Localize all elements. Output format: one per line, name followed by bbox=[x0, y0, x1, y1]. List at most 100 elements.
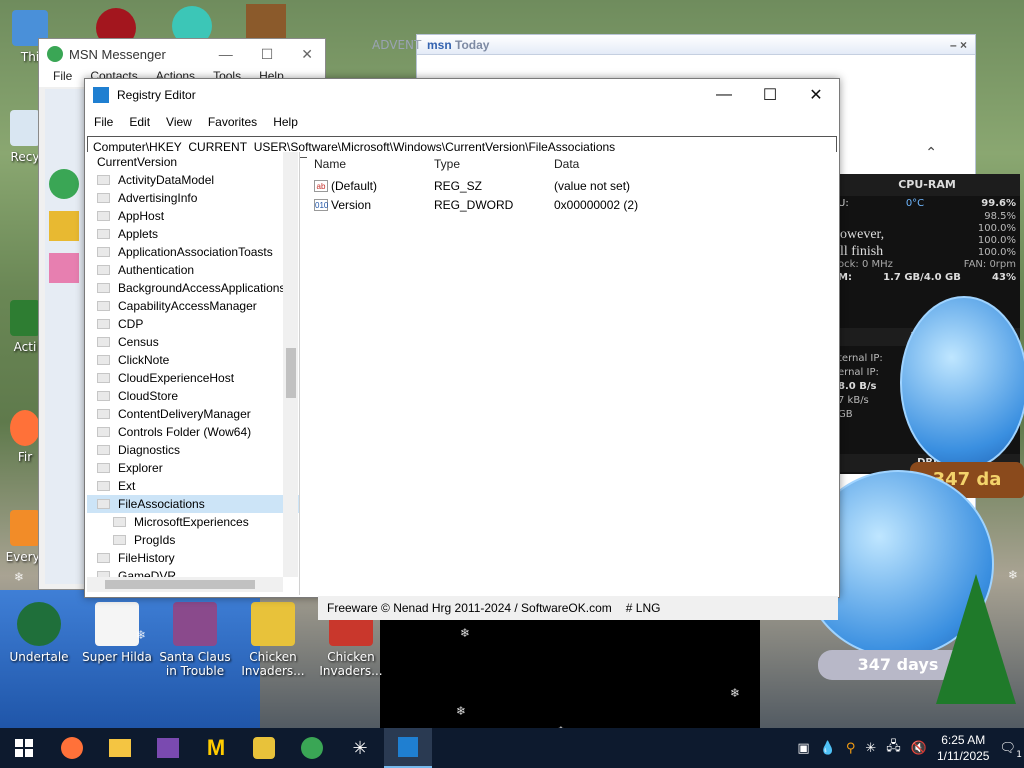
snowflake-icon: ❄ bbox=[456, 704, 467, 718]
msn-menu-file[interactable]: File bbox=[53, 69, 72, 87]
folder-icon bbox=[97, 193, 110, 203]
values-header: Name Type Data bbox=[307, 152, 837, 176]
tree-item[interactable]: CDP bbox=[87, 315, 299, 333]
taskbar-snowflake-app[interactable]: ✳ bbox=[336, 728, 384, 768]
menu-help[interactable]: Help bbox=[273, 115, 298, 129]
taskbar-chicken-invaders[interactable] bbox=[240, 728, 288, 768]
tree-item[interactable]: Census bbox=[87, 333, 299, 351]
tree-item[interactable]: Controls Folder (Wow64) bbox=[87, 423, 299, 441]
start-button[interactable] bbox=[0, 728, 48, 768]
tree-item-label: Census bbox=[118, 335, 159, 349]
maximize-button[interactable]: ☐ bbox=[747, 79, 793, 111]
gadget-overlay-text: owever, ll finish bbox=[840, 227, 885, 259]
notification-center-icon[interactable]: 🗨 1 bbox=[999, 741, 1022, 760]
tray-game-icon[interactable]: ▣ bbox=[797, 741, 809, 756]
contacts-tab-icon[interactable] bbox=[49, 169, 79, 199]
scroll-thumb[interactable] bbox=[286, 348, 296, 398]
pig-icon[interactable] bbox=[49, 253, 79, 283]
tray-snowflake-icon[interactable]: ✳ bbox=[865, 741, 876, 756]
tree-item[interactable]: FileHistory bbox=[87, 549, 299, 567]
minimize-icon[interactable]: — bbox=[219, 46, 233, 63]
tree-vertical-scrollbar[interactable] bbox=[283, 152, 298, 577]
column-data[interactable]: Data bbox=[554, 157, 754, 171]
desktop-icon-chicken-invaders-1[interactable]: Chicken Invaders... bbox=[236, 602, 310, 678]
tree-item[interactable]: FileAssociations bbox=[87, 495, 299, 513]
menu-favorites[interactable]: Favorites bbox=[208, 115, 257, 129]
undertale-icon bbox=[17, 602, 61, 646]
minimize-button[interactable]: — bbox=[701, 79, 747, 111]
tree-item-label: AdvertisingInfo bbox=[118, 191, 198, 205]
taskbar-mcdonalds[interactable]: M bbox=[192, 728, 240, 768]
value-row[interactable]: 010 Version REG_DWORD 0x00000002 (2) bbox=[307, 195, 837, 214]
language-link[interactable]: # LNG bbox=[626, 601, 661, 615]
tree-item-label: Applets bbox=[118, 227, 159, 241]
tree-item[interactable]: AppHost bbox=[87, 207, 299, 225]
tree-item-label: BackgroundAccessApplications bbox=[118, 281, 286, 295]
tree-item[interactable]: BackgroundAccessApplications bbox=[87, 279, 299, 297]
tree-item[interactable]: ClickNote bbox=[87, 351, 299, 369]
close-button[interactable]: ✕ bbox=[793, 79, 839, 111]
menu-edit[interactable]: Edit bbox=[129, 115, 150, 129]
snowflake-app-icon: ✳ bbox=[352, 737, 368, 759]
bell-icon[interactable] bbox=[49, 211, 79, 241]
msn-side-tabs bbox=[45, 89, 85, 584]
column-type[interactable]: Type bbox=[434, 157, 554, 171]
taskbar-msn[interactable] bbox=[288, 728, 336, 768]
tree-item[interactable]: CloudStore bbox=[87, 387, 299, 405]
column-name[interactable]: Name bbox=[307, 157, 434, 171]
tree-item[interactable]: ProgIds bbox=[87, 531, 299, 549]
folder-icon bbox=[97, 283, 110, 293]
close-icon[interactable]: ✕ bbox=[301, 46, 313, 63]
tray-water-icon[interactable]: 💧 bbox=[820, 741, 836, 756]
tree-item[interactable]: CurrentVersion bbox=[87, 153, 299, 171]
tree-item[interactable]: ApplicationAssociationToasts bbox=[87, 243, 299, 261]
registry-editor-window[interactable]: Registry Editor — ☐ ✕ File Edit View Fav… bbox=[84, 78, 840, 598]
tree-item[interactable]: CapabilityAccessManager bbox=[87, 297, 299, 315]
key-tree[interactable]: CurrentVersion ActivityDataModel Advertisi… bbox=[87, 152, 300, 595]
registry-editor-icon bbox=[93, 87, 109, 103]
tree-item[interactable]: MicrosoftExperiences bbox=[87, 513, 299, 531]
tree-item[interactable]: ActivityDataModel bbox=[87, 171, 299, 189]
scroll-thumb[interactable] bbox=[105, 580, 255, 589]
binary-value-icon: 010 bbox=[314, 198, 329, 211]
value-row[interactable]: ab (Default) REG_SZ (value not set) bbox=[307, 176, 837, 195]
chevron-up-icon[interactable]: ⌃ bbox=[925, 145, 937, 161]
tree-item[interactable]: Applets bbox=[87, 225, 299, 243]
snowflake-icon: ❄ bbox=[704, 568, 715, 582]
tree-item[interactable]: AdvertisingInfo bbox=[87, 189, 299, 207]
notification-count: 1 bbox=[1016, 749, 1022, 760]
tree-item[interactable]: CloudExperienceHost bbox=[87, 369, 299, 387]
desktop-icon-santa-claus[interactable]: Santa Claus in Trouble bbox=[158, 602, 232, 678]
msn-logo-icon bbox=[47, 46, 63, 62]
clock[interactable]: 6:25 AM 1/11/2025 bbox=[937, 732, 990, 764]
taskbar-firefox[interactable] bbox=[48, 728, 96, 768]
desktop-icon-undertale[interactable]: Undertale bbox=[2, 602, 76, 664]
tree-item[interactable]: Ext bbox=[87, 477, 299, 495]
tree-item[interactable]: Authentication bbox=[87, 261, 299, 279]
gadget-title: CPU-RAM bbox=[834, 174, 1020, 196]
registry-menu-bar: File Edit View Favorites Help bbox=[85, 111, 839, 133]
taskbar: M ✳ ▣ 💧 ⚲ ✳ 🖧 🔇 6:25 AM 1/11/2025 🗨 1 bbox=[0, 728, 1024, 768]
tray-search-icon[interactable]: ⚲ bbox=[846, 741, 856, 756]
taskbar-registry-editor[interactable] bbox=[384, 728, 432, 768]
msn-today-controls[interactable]: – × bbox=[950, 38, 975, 52]
maximize-icon[interactable]: ☐ bbox=[261, 46, 274, 63]
menu-file[interactable]: File bbox=[94, 115, 113, 129]
advent-label: ADVENT bbox=[372, 38, 422, 52]
taskbar-file-explorer[interactable] bbox=[96, 728, 144, 768]
values-list[interactable]: Name Type Data ab (Default) REG_SZ (value… bbox=[307, 152, 837, 595]
network-icon[interactable]: 🖧 bbox=[886, 737, 901, 759]
tree-item-label: Explorer bbox=[118, 461, 163, 475]
tree-horizontal-scrollbar[interactable] bbox=[87, 577, 283, 592]
tree-item[interactable]: Explorer bbox=[87, 459, 299, 477]
volume-muted-icon[interactable]: 🔇 bbox=[911, 741, 927, 756]
tree-item[interactable]: ContentDeliveryManager bbox=[87, 405, 299, 423]
tree-item-label: CapabilityAccessManager bbox=[118, 299, 257, 313]
firefox-icon bbox=[61, 737, 83, 759]
taskbar-game[interactable] bbox=[144, 728, 192, 768]
menu-view[interactable]: View bbox=[166, 115, 192, 129]
tree-item-label: Ext bbox=[118, 479, 136, 493]
tree-item[interactable]: Diagnostics bbox=[87, 441, 299, 459]
chicken-icon bbox=[253, 737, 275, 759]
status-bar: Freeware © Nenad Hrg 2011-2024 / Softwar… bbox=[318, 596, 838, 620]
